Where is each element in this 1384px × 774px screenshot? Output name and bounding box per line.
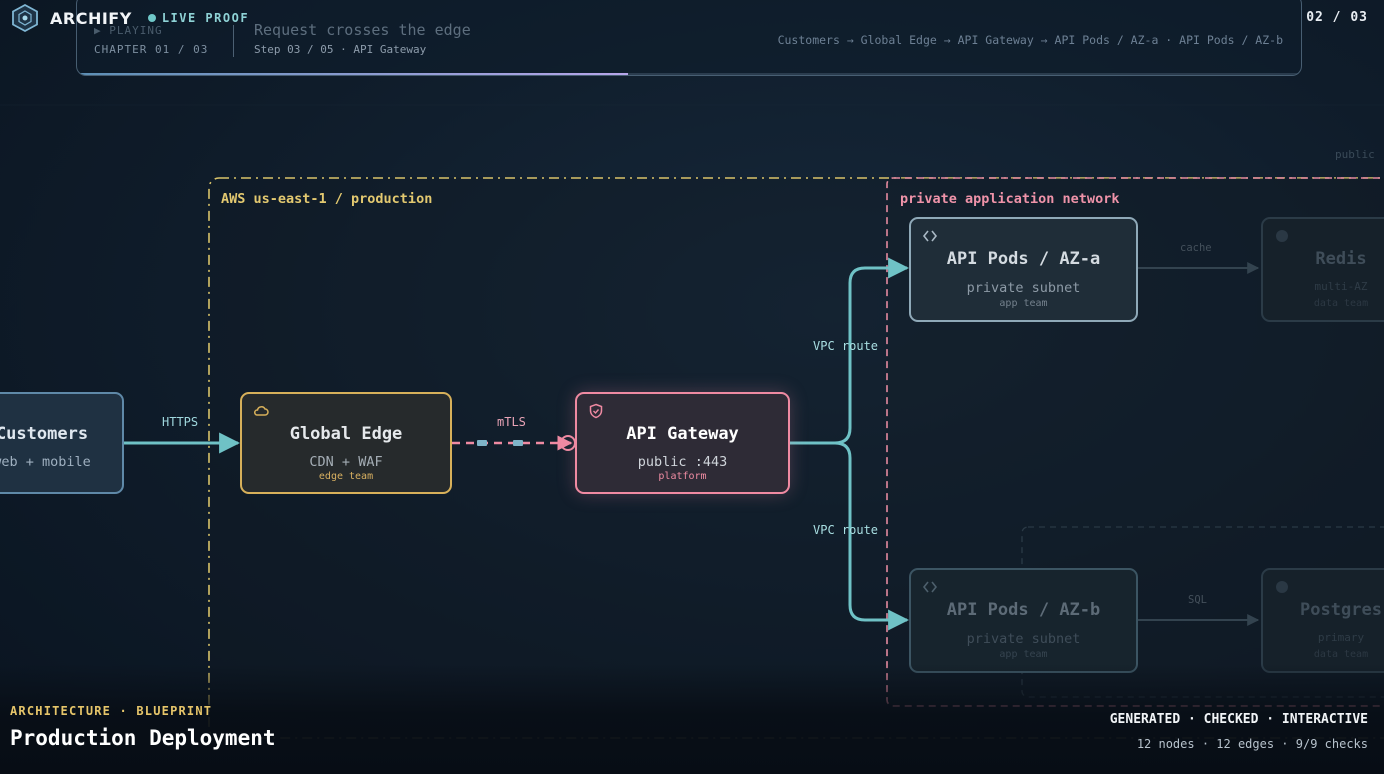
node-api-pods-az-a-sub: private subnet [966,280,1081,296]
chapter-label: CHAPTER 01 / 03 [94,43,209,56]
node-api-pods-az-b-sub: private subnet [966,631,1081,647]
live-dot-icon [147,14,156,22]
node-customers-title: Customers [0,424,89,444]
edge-sql-label: SQL [1188,594,1207,606]
live-status-label: LIVE PROOF [161,11,250,25]
chapter-card[interactable]: ▶ PLAYING CHAPTER 01 / 03 Request crosse… [76,0,1302,76]
chapter-title: Request crosses the edge [254,21,471,39]
step-label: Step 03 / 05 · API Gateway [254,43,427,56]
node-postgres-owner: data team [1313,649,1369,660]
edge-cache-label: cache [1180,242,1212,254]
region-public-hint: public [1335,148,1375,161]
node-api-pods-az-b-title: API Pods / AZ-b [946,600,1101,620]
database-icon [1274,228,1290,244]
footer-title: Production Deployment [10,726,276,750]
node-postgres[interactable]: Postgres primary data team [1261,568,1384,673]
node-postgres-title: Postgres [1300,600,1382,620]
node-api-pods-az-a-title: API Pods / AZ-a [946,249,1101,269]
edge-vpc-route-b-label: VPC route [813,523,879,537]
edge-mtls-label: mTLS [497,415,526,429]
node-redis-title: Redis [1315,249,1367,269]
node-redis[interactable]: Redis multi-AZ data team [1261,217,1384,322]
node-api-gateway[interactable]: API Gateway public :443 platform [575,392,790,494]
flow-path: Customers → Global Edge → API Gateway → … [777,33,1283,47]
edge-vpc-route-a-label: VPC route [813,339,879,353]
node-api-pods-az-b[interactable]: API Pods / AZ-b private subnet app team [909,568,1138,673]
node-api-pods-az-a-owner: app team [999,298,1048,309]
footer-eyebrow: ARCHITECTURE · BLUEPRINT [10,704,213,718]
hexagon-logo-icon [10,3,40,33]
region-private-label: private application network [900,191,1120,207]
node-redis-sub: multi-AZ [1314,280,1368,293]
shield-icon [588,403,604,419]
node-global-edge-owner: edge team [318,471,374,482]
edge-https-label: HTTPS [162,415,199,429]
architecture-diagram-canvas [0,104,1384,739]
node-api-pods-az-b-owner: app team [999,649,1048,660]
chapter-progress-fill [77,73,628,75]
chapter-progress-track [77,73,1301,75]
node-api-gateway-sub: public :443 [637,454,728,470]
code-brackets-icon [922,228,938,244]
node-redis-owner: data team [1313,298,1369,309]
node-postgres-sub: primary [1317,631,1365,644]
live-status: LIVE PROOF [147,11,250,25]
app-name: ARCHIFY [50,8,132,28]
cloud-icon [253,403,269,419]
node-customers[interactable]: Customers web + mobile [0,392,124,494]
footer-flags: GENERATED · CHECKED · INTERACTIVE [1109,712,1368,727]
node-customers-sub: web + mobile [0,454,91,470]
page-counter: 02 / 03 [1306,10,1368,25]
app-brand: ARCHIFY LIVE PROOF [10,3,250,33]
code-brackets-icon [922,579,938,595]
footer-stats: 12 nodes · 12 edges · 9/9 checks [1136,737,1368,751]
region-aws-label: AWS us-east-1 / production [221,191,433,207]
node-global-edge[interactable]: Global Edge CDN + WAF edge team [240,392,452,494]
node-global-edge-title: Global Edge [289,424,403,444]
node-api-gateway-owner: platform [658,471,707,482]
node-global-edge-sub: CDN + WAF [309,454,383,470]
node-api-pods-az-a[interactable]: API Pods / AZ-a private subnet app team [909,217,1138,322]
node-api-gateway-title: API Gateway [626,424,739,444]
database-icon [1274,579,1290,595]
